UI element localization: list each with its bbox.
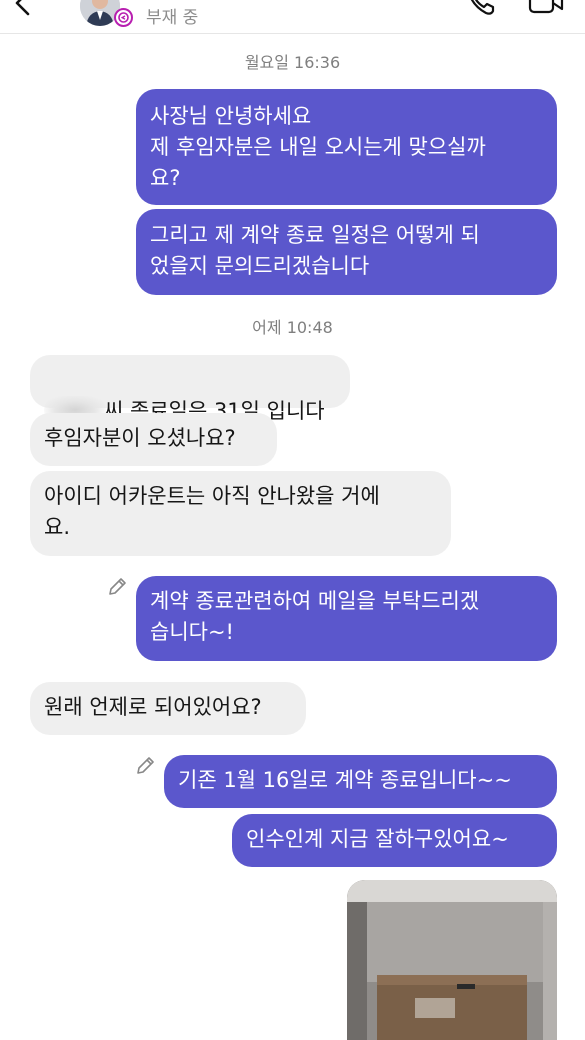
edited-pencil-icon	[137, 757, 154, 774]
edited-pencil-icon	[109, 578, 126, 595]
status-indicator-icon	[114, 8, 133, 27]
message-bubble-incoming[interactable]: 원래 언제로 되어있어요?	[30, 682, 306, 735]
message-bubble-outgoing[interactable]: 기존 1월 16일로 계약 종료입니다~~	[164, 755, 557, 808]
status-text: 부재 중	[146, 8, 199, 28]
message-bubble-outgoing[interactable]: 인수인계 지금 잘하구있어요~	[232, 814, 557, 867]
timestamp: 월요일 16:36	[244, 53, 341, 72]
message-bubble-outgoing[interactable]: 사장님 안녕하세요 제 후임자분은 내일 오시는게 맞으실까 요?	[136, 89, 557, 205]
message-bubble-incoming[interactable]: 후임자분이 오셨나요?	[30, 413, 277, 466]
photo-message[interactable]	[347, 880, 557, 1040]
video-camera-icon[interactable]	[528, 0, 564, 14]
timestamp: 어제 10:48	[252, 318, 333, 337]
chat-header: 부재 중	[0, 0, 585, 34]
phone-icon[interactable]	[466, 0, 496, 16]
message-bubble-outgoing[interactable]: 그리고 제 계약 종료 일정은 어떻게 되 었을지 문의드리겠습니다	[136, 209, 557, 295]
message-bubble-outgoing[interactable]: 계약 종료관련하여 메일을 부탁드리겠 습니다~!	[136, 576, 557, 661]
message-bubble-incoming[interactable]: 씨 종료일은 31일 입니다	[30, 355, 350, 424]
message-bubble-incoming[interactable]: 아이디 어카운트는 아직 안나왔을 거에 요.	[30, 471, 451, 556]
chevron-left-icon[interactable]	[4, 0, 38, 20]
